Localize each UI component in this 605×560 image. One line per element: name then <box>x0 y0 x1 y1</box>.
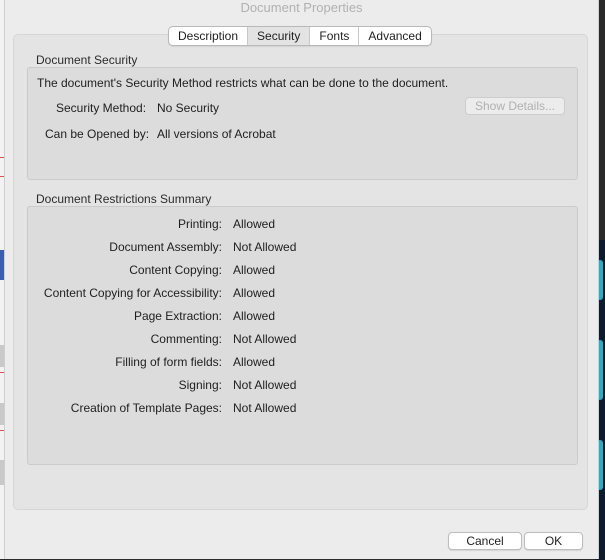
tab-security[interactable]: Security <box>248 27 311 45</box>
restriction-value-signing: Not Allowed <box>233 378 297 392</box>
restriction-label-content-copying: Content Copying: <box>129 263 222 277</box>
window-title: Document Properties <box>240 0 363 15</box>
security-tab-panel: Document Security The document's Securit… <box>13 34 588 510</box>
restriction-value-printing: Allowed <box>233 217 276 231</box>
ok-button[interactable]: OK <box>524 532 583 550</box>
restriction-value-content-copying: Allowed <box>233 263 276 277</box>
restriction-value-accessibility-copying: Allowed <box>233 286 276 300</box>
restriction-label-template-pages: Creation of Template Pages: <box>70 401 222 415</box>
cancel-button[interactable]: Cancel <box>448 532 522 550</box>
restriction-label-commenting: Commenting: <box>150 332 222 346</box>
restrictions-heading: Document Restrictions Summary <box>36 192 212 206</box>
show-details-button[interactable]: Show Details... <box>465 97 565 115</box>
tab-fonts[interactable]: Fonts <box>310 27 360 45</box>
tab-bar: Description Security Fonts Advanced <box>168 26 432 46</box>
restriction-value-page-extraction: Allowed <box>233 309 276 323</box>
document-security-box: The document's Security Method restricts… <box>27 67 578 180</box>
restriction-value-template-pages: Not Allowed <box>233 401 297 415</box>
restrictions-box: Printing: Allowed Document Assembly: Not… <box>27 206 578 465</box>
restriction-value-document-assembly: Not Allowed <box>233 240 297 254</box>
restriction-label-printing: Printing: <box>177 217 222 231</box>
tab-advanced[interactable]: Advanced <box>359 27 430 45</box>
restriction-label-form-filling: Filling of form fields: <box>115 355 222 369</box>
document-security-heading: Document Security <box>36 53 138 67</box>
restriction-label-page-extraction: Page Extraction: <box>133 309 222 323</box>
security-method-label: Security Method: <box>56 101 147 115</box>
restriction-label-signing: Signing: <box>178 378 222 392</box>
restriction-label-accessibility-copying: Content Copying for Accessibility: <box>43 286 222 300</box>
opened-by-label: Can be Opened by: <box>45 127 150 141</box>
security-description: The document's Security Method restricts… <box>37 76 449 90</box>
restriction-label-document-assembly: Document Assembly: <box>109 240 222 254</box>
document-properties-dialog: Document Properties Description Security… <box>4 0 599 559</box>
security-method-value: No Security <box>157 101 220 115</box>
opened-by-value: All versions of Acrobat <box>157 127 276 141</box>
restriction-value-form-filling: Allowed <box>233 355 276 369</box>
restriction-value-commenting: Not Allowed <box>233 332 297 346</box>
tab-description[interactable]: Description <box>169 27 249 45</box>
